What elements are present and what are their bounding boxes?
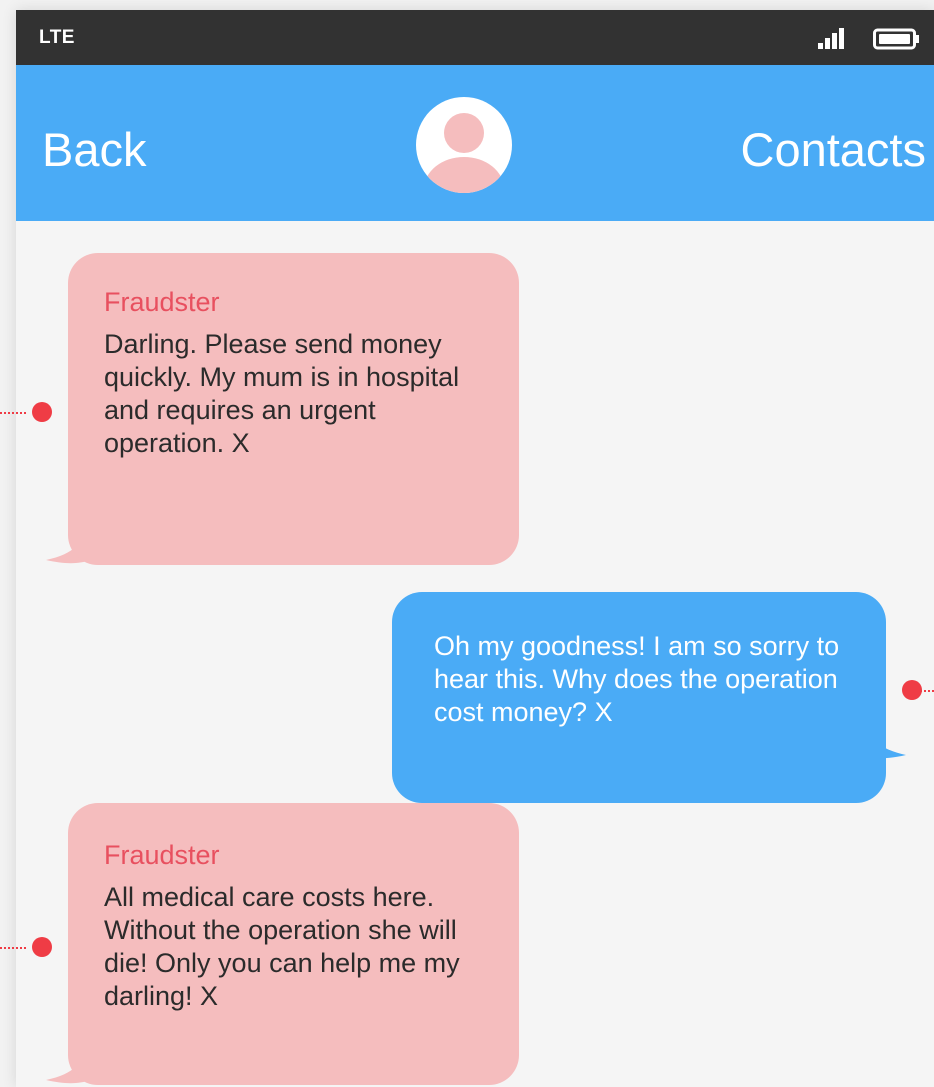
contact-avatar-icon[interactable] <box>416 97 512 193</box>
outgoing-message-bubble[interactable]: Oh my goodness! I am so sorry to hear th… <box>392 592 886 803</box>
incoming-message-bubble[interactable]: Fraudster All medical care costs here. W… <box>68 803 519 1085</box>
battery-icon <box>873 28 919 50</box>
message-sender: Fraudster <box>104 840 220 870</box>
phone-screen: LTE Back Contacts Fraudster Darling. Ple… <box>0 10 934 1087</box>
incoming-message-bubble[interactable]: Fraudster Darling. Please send money qui… <box>68 253 519 565</box>
contacts-button[interactable]: Contacts <box>741 125 926 175</box>
annotation-pin <box>32 937 52 957</box>
navigation-bar: Back Contacts <box>16 65 934 221</box>
message-text: Oh my goodness! I am so sorry to hear th… <box>434 631 840 727</box>
annotation-pin <box>32 402 52 422</box>
signal-bars-icon <box>818 28 844 49</box>
annotation-pin <box>902 680 922 700</box>
back-button[interactable]: Back <box>42 125 147 175</box>
person-silhouette-icon <box>424 113 504 193</box>
screen: LTE Back Contacts Fraudster Darling. Ple… <box>0 0 934 1087</box>
status-bar: LTE <box>16 10 934 65</box>
carrier-label: LTE <box>39 27 75 48</box>
annotation-line <box>0 947 26 949</box>
annotation-line <box>0 412 26 414</box>
message-text: Darling. Please send money quickly. My m… <box>104 329 460 458</box>
message-text: All medical care costs here. Without the… <box>104 882 460 1011</box>
annotation-line <box>920 690 934 692</box>
message-sender: Fraudster <box>104 287 220 317</box>
